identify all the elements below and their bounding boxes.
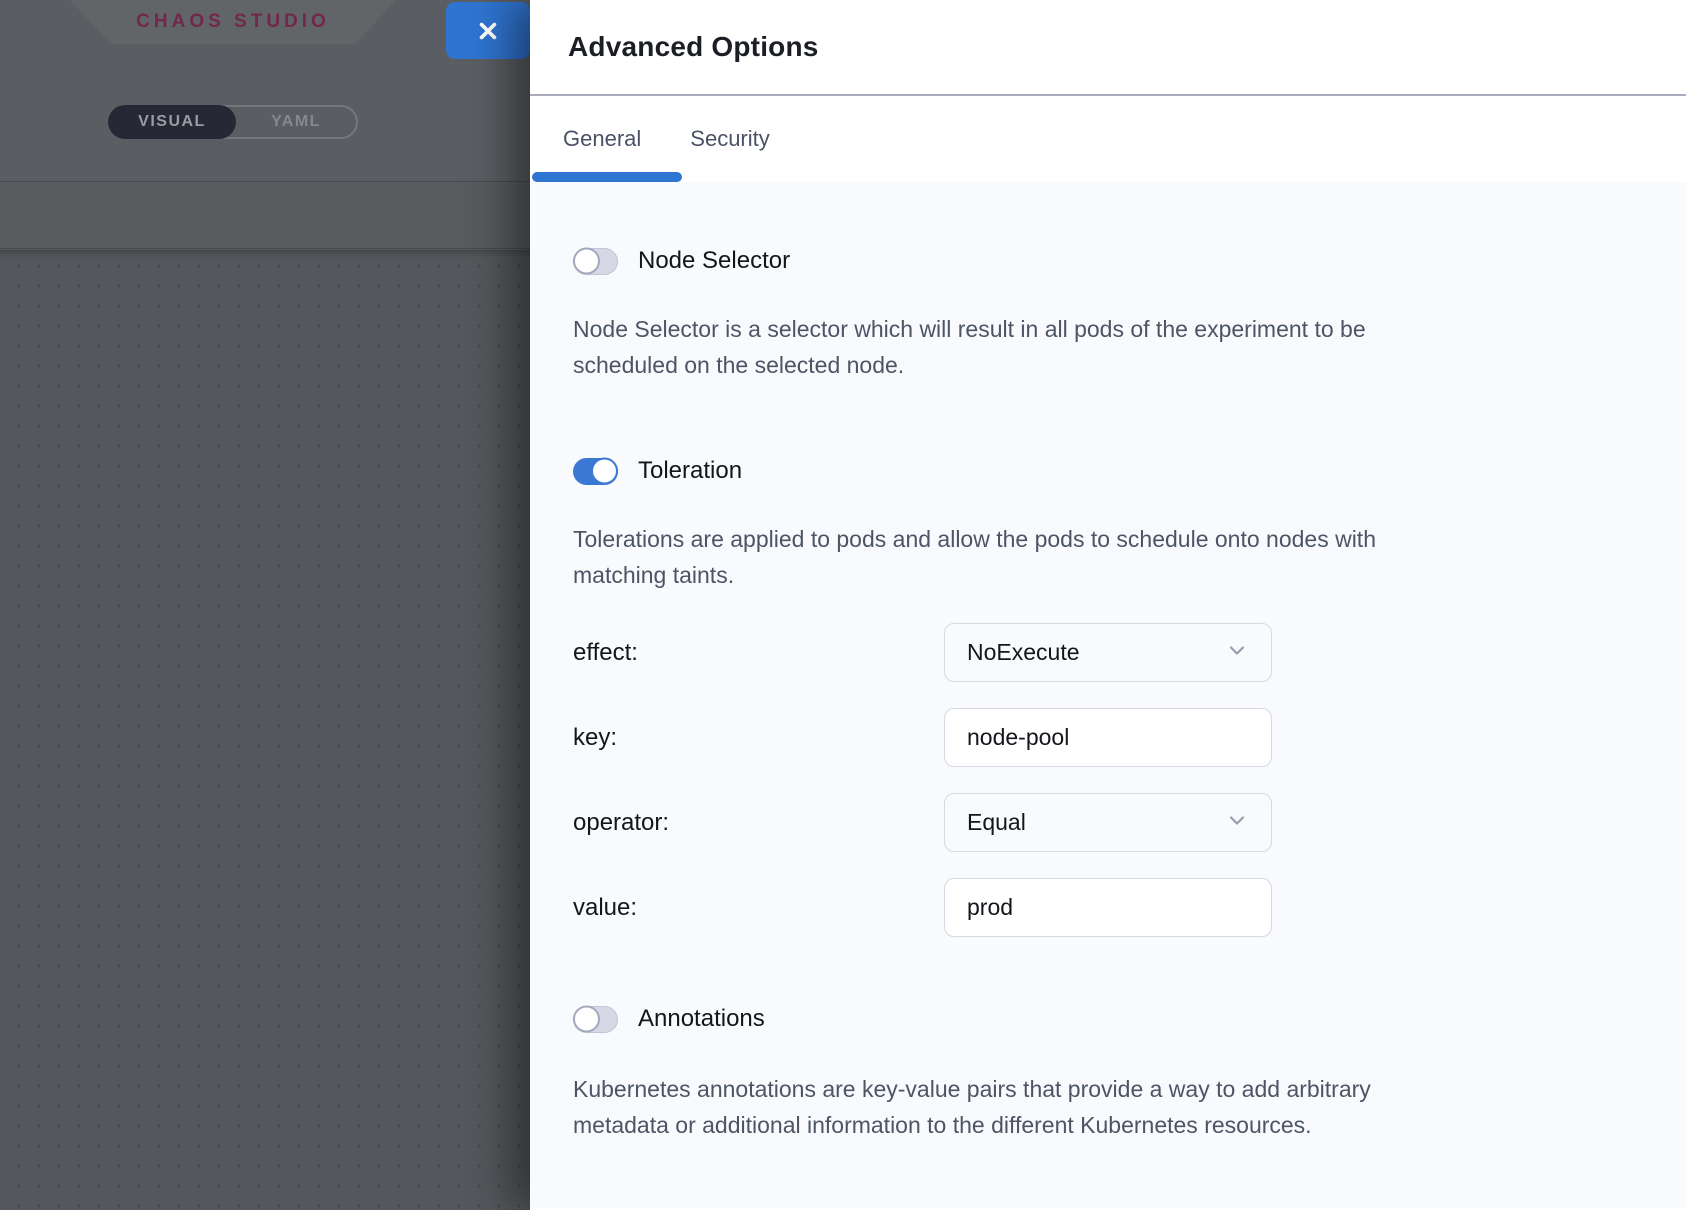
annotations-label: Annotations xyxy=(638,1005,765,1033)
annotations-toggle[interactable] xyxy=(573,1006,618,1033)
key-field-row: key: xyxy=(573,708,1643,767)
toggle-knob xyxy=(573,248,600,275)
value-input-wrap xyxy=(944,878,1272,937)
operator-field-row: operator: Equal xyxy=(573,793,1643,852)
close-drawer-button[interactable] xyxy=(446,2,530,59)
dimmed-background-panel: CHAOS STUDIO VISUAL YAML xyxy=(0,0,530,1210)
annotations-section: Annotations Kubernetes annotations are k… xyxy=(573,1005,1643,1143)
operator-label: operator: xyxy=(573,809,944,837)
node-selector-section: Node Selector Node Selector is a selecto… xyxy=(573,247,1643,383)
chevron-down-icon xyxy=(1225,638,1249,668)
drawer-header: Advanced Options xyxy=(530,0,1686,96)
node-selector-description: Node Selector is a selector which will r… xyxy=(573,311,1623,383)
node-selector-label: Node Selector xyxy=(638,247,790,275)
chaos-studio-banner-label: CHAOS STUDIO xyxy=(136,11,330,33)
yaml-mode-button[interactable]: YAML xyxy=(236,107,356,137)
effect-label: effect: xyxy=(573,639,944,667)
operator-select[interactable]: Equal xyxy=(944,793,1272,852)
effect-field-row: effect: NoExecute xyxy=(573,623,1643,682)
toggle-knob xyxy=(591,458,618,485)
drawer-title: Advanced Options xyxy=(568,31,819,63)
value-label: value: xyxy=(573,894,944,922)
key-input-wrap xyxy=(944,708,1272,767)
value-input[interactable] xyxy=(945,879,1271,936)
key-input[interactable] xyxy=(945,709,1271,766)
chaos-studio-banner: CHAOS STUDIO xyxy=(70,0,396,44)
toleration-section: Toleration Tolerations are applied to po… xyxy=(573,457,1643,937)
visual-mode-button[interactable]: VISUAL xyxy=(108,105,236,139)
tab-general[interactable]: General xyxy=(563,126,641,152)
general-tab-content: Node Selector Node Selector is a selecto… xyxy=(530,182,1686,1208)
annotations-description: Kubernetes annotations are key-value pai… xyxy=(573,1071,1623,1143)
operator-select-value: Equal xyxy=(967,809,1026,836)
toleration-toggle[interactable] xyxy=(573,458,618,485)
key-label: key: xyxy=(573,724,944,752)
advanced-options-drawer: Advanced Options General Security Node S… xyxy=(530,0,1686,1210)
drawer-tabs: General Security xyxy=(530,96,1686,182)
x-icon xyxy=(474,17,502,45)
chevron-down-icon xyxy=(1225,808,1249,838)
active-tab-indicator xyxy=(532,172,682,182)
effect-select[interactable]: NoExecute xyxy=(944,623,1272,682)
value-field-row: value: xyxy=(573,878,1643,937)
toleration-description: Tolerations are applied to pods and allo… xyxy=(573,521,1623,593)
chaos-studio-screen: CHAOS STUDIO VISUAL YAML Advanced Option… xyxy=(0,0,1686,1210)
tab-security[interactable]: Security xyxy=(690,126,769,152)
experiment-canvas xyxy=(0,250,530,1210)
node-selector-toggle[interactable] xyxy=(573,248,618,275)
toggle-knob xyxy=(573,1006,600,1033)
toleration-label: Toleration xyxy=(638,457,742,485)
effect-select-value: NoExecute xyxy=(967,639,1080,666)
visual-yaml-switch[interactable]: VISUAL YAML xyxy=(108,105,358,139)
studio-toolbar xyxy=(0,183,530,249)
toleration-fields: effect: NoExecute key: xyxy=(573,623,1643,937)
